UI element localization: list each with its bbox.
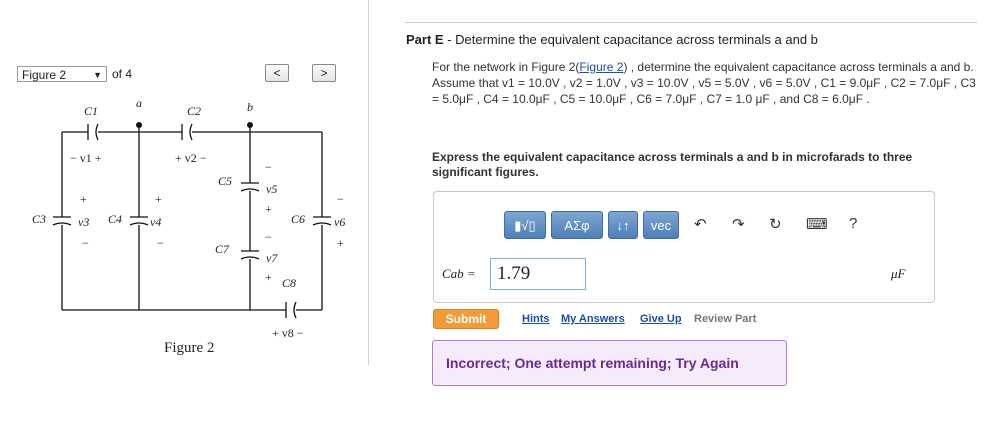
v3-label: v3	[78, 215, 89, 229]
c1-label: C1	[84, 104, 98, 118]
instruction-text: Express the equivalent capacitance acros…	[432, 150, 913, 179]
v1-label: − v1 +	[70, 151, 102, 165]
figure-link[interactable]: Figure 2	[579, 60, 623, 74]
figure-select[interactable]: Figure 2 ▼	[17, 66, 107, 82]
arrows-button[interactable]: ↓↑	[608, 211, 638, 239]
greek-button[interactable]: ΑΣφ	[551, 211, 603, 239]
c4-label: C4	[108, 212, 122, 226]
feedback-text: Incorrect; One attempt remaining; Try Ag…	[446, 355, 739, 371]
review-part-link[interactable]: Review Part	[694, 313, 756, 325]
hints-link[interactable]: Hints	[522, 313, 550, 325]
c8-label: C8	[282, 276, 296, 290]
v8-label: + v8 −	[272, 326, 304, 340]
svg-text:+: +	[80, 192, 87, 206]
node-a-label: a	[136, 96, 142, 110]
svg-text:−: −	[265, 160, 272, 174]
next-figure-button[interactable]: >	[312, 64, 336, 82]
svg-text:+: +	[265, 270, 272, 284]
redo-icon[interactable]: ↷	[732, 215, 745, 233]
prev-figure-button[interactable]: <	[265, 64, 289, 82]
chevron-down-icon: ▼	[93, 70, 102, 80]
vec-button[interactable]: vec	[643, 211, 679, 239]
part-title-bold: Part E	[406, 32, 444, 47]
templates-button[interactable]: ▮√▯	[504, 211, 546, 239]
reset-icon[interactable]: ↻	[769, 215, 782, 233]
c3-label: C3	[32, 212, 46, 226]
top-divider	[405, 22, 977, 23]
help-icon[interactable]: ?	[849, 215, 857, 232]
svg-text:+: +	[265, 202, 272, 216]
answer-unit: μF	[891, 266, 906, 281]
answer-input[interactable]: 1.79	[490, 258, 586, 290]
c7-label: C7	[215, 242, 230, 256]
submit-button[interactable]: Submit	[433, 309, 499, 329]
problem-intro: For the network in Figure 2(	[432, 60, 580, 74]
v2-label: + v2 −	[175, 151, 207, 165]
svg-text:−: −	[337, 192, 344, 206]
c2-label: C2	[187, 104, 201, 118]
answer-label: Cab =	[442, 266, 476, 281]
undo-icon[interactable]: ↶	[694, 215, 707, 233]
svg-text:+: +	[337, 236, 344, 250]
panel-divider	[368, 0, 369, 365]
c6-label: C6	[291, 212, 305, 226]
figure-caption: Figure 2	[164, 340, 215, 356]
v4-label: v4	[150, 215, 161, 229]
give-up-link[interactable]: Give Up	[640, 313, 682, 325]
svg-text:−: −	[157, 236, 164, 250]
keyboard-icon[interactable]: ⌨	[806, 215, 828, 233]
node-b-label: b	[247, 100, 253, 114]
svg-text:+: +	[155, 192, 162, 206]
problem-statement: For the network in Figure 2(Figure 2) , …	[432, 59, 977, 107]
v5-label: v5	[266, 182, 277, 196]
part-title: Part E - Determine the equivalent capaci…	[406, 32, 818, 47]
circuit-diagram: C1 a C2 b − v1 + + v2 − C3 v3 + − C4 v4 +…	[32, 96, 345, 340]
svg-text:−: −	[265, 230, 272, 244]
part-title-text: - Determine the equivalent capacitance a…	[443, 32, 818, 47]
v7-label: v7	[266, 251, 278, 265]
c5-label: C5	[218, 174, 232, 188]
svg-text:−: −	[82, 236, 89, 250]
figure-count: of 4	[112, 67, 133, 81]
figure-select-value: Figure 2	[22, 68, 67, 82]
my-answers-link[interactable]: My Answers	[561, 313, 625, 325]
v6-label: v6	[334, 215, 345, 229]
